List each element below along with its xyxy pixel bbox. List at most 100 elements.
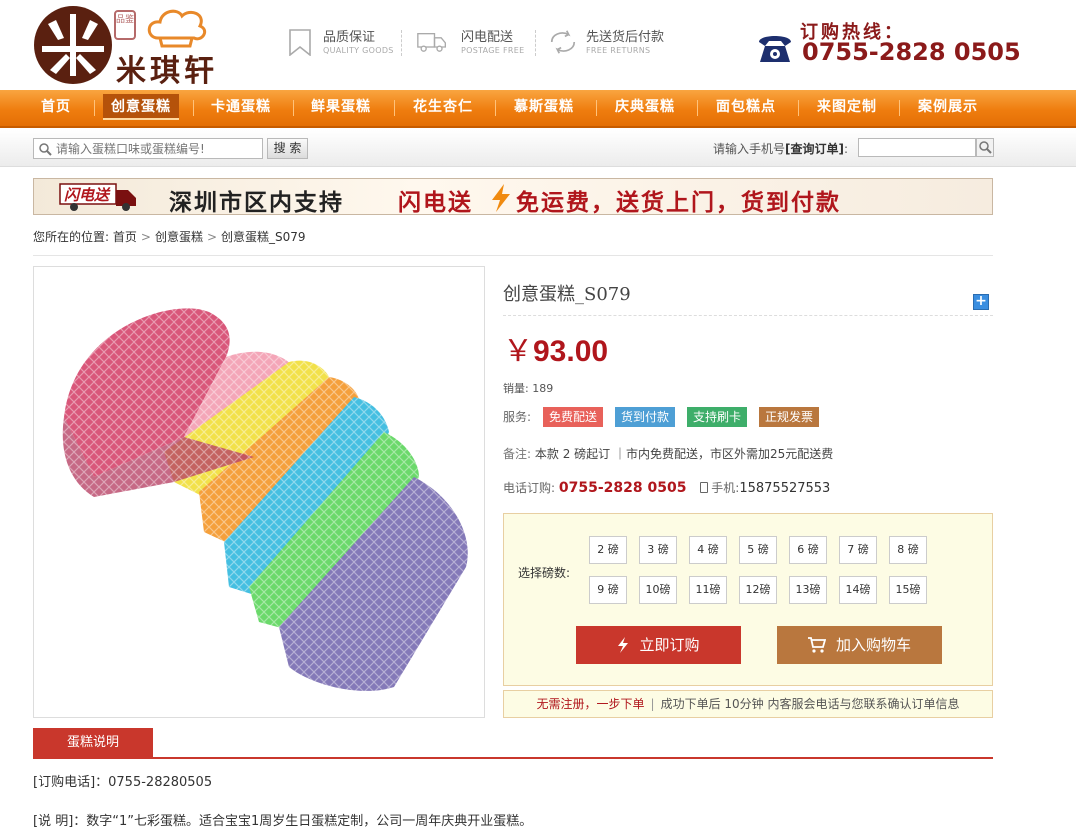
feature-subtitle: POSTAGE FREE [461,46,525,55]
size-option[interactable]: 13磅 [789,576,827,604]
size-option[interactable]: 10磅 [639,576,677,604]
order-query-label: 请输入手机号[查询订单]: [713,142,849,156]
feature-quality: 品质保证 QUALITY GOODS [285,24,395,64]
mobile-phone-icon [700,482,709,493]
nav-divider [193,100,194,116]
service-tag-invoice: 正规发票 [759,407,820,427]
hotline: 订购热线： 0755-2828 0505 [756,18,1021,68]
buy-now-button[interactable]: 立即订购 [576,626,741,664]
nav-divider [293,100,294,116]
nav-divider [697,100,698,116]
feature-title: 先送货后付款 [586,30,665,45]
nav-item-celebration-cake[interactable]: 庆典蛋糕 [604,90,686,126]
search-icon [979,141,992,154]
order-query-input[interactable] [858,138,976,157]
site-logo[interactable]: 品鉴 米琪轩 [34,6,239,89]
size-option[interactable]: 2 磅 [589,536,627,564]
nav-item-custom-photo[interactable]: 来图定制 [806,90,888,126]
lightning-icon [492,184,510,212]
nav-divider [94,100,95,116]
breadcrumb-category[interactable]: 创意蛋糕 [155,230,203,244]
nav-divider [495,100,496,116]
divider [401,30,402,56]
nav-divider [899,100,900,116]
banner-highlight: 闪电送 [398,190,473,216]
service-tag-cod: 货到付款 [615,407,676,427]
nav-item-cartoon-cake[interactable]: 卡通蛋糕 [200,90,282,126]
nav-item-creative-cake[interactable]: 创意蛋糕 [100,90,182,126]
feature-title: 品质保证 [323,30,376,45]
nav-item-showcase[interactable]: 案例展示 [907,90,989,126]
size-option[interactable]: 5 磅 [739,536,777,564]
feature-subtitle: FREE RETURNS [586,46,651,55]
feature-subtitle: QUALITY GOODS [323,46,394,55]
breadcrumb: 您所在的位置: 首页 > 创意蛋糕 > 创意蛋糕_S079 [33,228,306,245]
divider [33,255,993,256]
rainbow-cake-image [34,267,484,717]
main-nav: 首页 创意蛋糕 卡通蛋糕 鲜果蛋糕 花生杏仁 慕斯蛋糕 庆典蛋糕 面包糕点 来图… [0,90,1076,128]
cart-icon [807,637,826,653]
nav-item-mousse-cake[interactable]: 慕斯蛋糕 [503,90,585,126]
contact-info: 电话订购: 0755-2828 0505 手机:15875527553 [503,480,831,496]
nav-item-fruit-cake[interactable]: 鲜果蛋糕 [300,90,382,126]
size-option[interactable]: 9 磅 [589,576,627,604]
description-text: [说 明]：数字“1”七彩蛋糕。适合宝宝1周岁生日蛋糕定制，公司一周年庆典开业蛋… [33,814,533,829]
size-option[interactable]: 8 磅 [889,536,927,564]
divider [503,315,993,316]
banner-badge: 闪电送 [64,186,111,204]
service-tag-free-delivery: 免费配送 [543,407,604,427]
breadcrumb-separator: > [206,230,218,244]
breadcrumb-home[interactable]: 首页 [113,230,137,244]
return-arrows-icon [550,30,576,54]
nav-divider [596,100,597,116]
divider [535,30,536,56]
product-price: ￥93.00 [503,334,609,369]
share-plus-icon[interactable]: + [973,294,989,310]
banner-highlight-2: 免运费，送货上门，货到付款 [516,190,841,216]
logo-seal: 品鉴 [114,10,136,40]
search-box [33,138,263,159]
search-input[interactable] [56,140,260,157]
tab-cake-description[interactable]: 蛋糕说明 [33,728,153,758]
nav-item-home[interactable]: 首页 [25,90,87,126]
hotline-number[interactable]: 0755-2828 0505 [802,38,1021,66]
bookmark-icon [289,29,311,56]
order-notice: 无需注册，一步下单 | 成功下单后 10分钟 内客服会电话与您联系确认订单信息 [503,690,993,718]
phone-number[interactable]: 0755-2828 0505 [559,480,687,496]
search-button[interactable]: 搜 索 [267,138,308,159]
nav-item-peanut-almond[interactable]: 花生杏仁 [402,90,484,126]
feature-title: 闪电配送 [461,30,514,45]
nav-item-bread-pastry[interactable]: 面包糕点 [705,90,787,126]
divider [33,757,993,759]
service-label: 服务: [503,410,532,424]
size-option[interactable]: 6 磅 [789,536,827,564]
size-selection-panel: 选择磅数: 2 磅 3 磅 4 磅 5 磅 6 磅 7 磅 8 磅 9 磅 10… [503,513,993,686]
rice-logo-icon [34,6,112,84]
site-header: 品鉴 米琪轩 品质保证 QUALITY GOODS 闪电配送 POSTAGE F… [0,0,1076,90]
size-option[interactable]: 4 磅 [689,536,727,564]
service-tag-card: 支持刷卡 [687,407,748,427]
breadcrumb-current[interactable]: 创意蛋糕_S079 [221,230,306,244]
sales-count: 销量: 189 [503,382,554,395]
size-option[interactable]: 11磅 [689,576,727,604]
brand-name: 米琪轩 [116,54,218,89]
size-option[interactable]: 14磅 [839,576,877,604]
banner-text: 深圳市区内支持 [169,190,344,216]
order-phone-line: [订购电话]：0755-28280505 [33,775,213,790]
product-image[interactable] [33,266,485,718]
feature-delivery: 闪电配送 POSTAGE FREE [417,24,527,64]
promo-banner[interactable]: 闪电送 深圳市区内支持 闪电送 免运费，送货上门，货到付款 [33,178,993,216]
size-option[interactable]: 12磅 [739,576,777,604]
add-to-cart-button[interactable]: 加入购物车 [777,626,942,664]
nav-divider [798,100,799,116]
size-option[interactable]: 15磅 [889,576,927,604]
chef-hat-icon [147,9,207,48]
size-option[interactable]: 3 磅 [639,536,677,564]
breadcrumb-separator: > [140,230,151,244]
lightning-icon [618,637,629,653]
nav-divider [394,100,395,116]
mobile-number[interactable]: 15875527553 [739,481,830,496]
order-query-button[interactable] [976,138,994,157]
size-option[interactable]: 7 磅 [839,536,877,564]
order-note: 备注: 本款 2 磅起订 ｜市内免费配送，市区外需加25元配送费 [503,447,834,461]
